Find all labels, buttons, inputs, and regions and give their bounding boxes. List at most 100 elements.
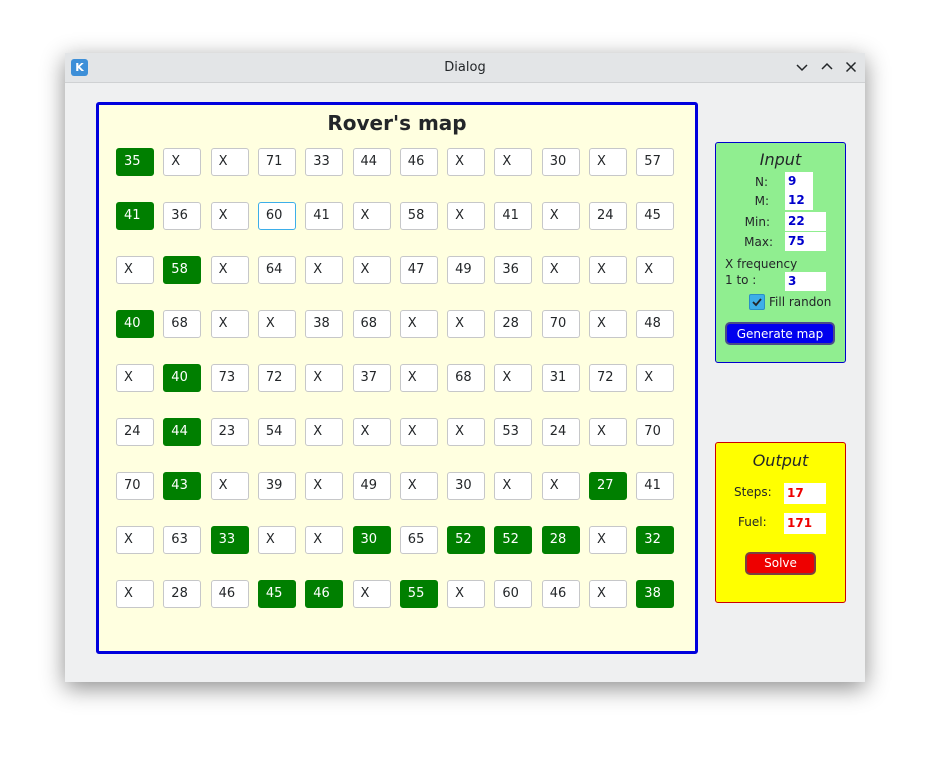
map-cell[interactable]: 41 <box>636 472 675 500</box>
map-cell[interactable]: 49 <box>352 472 391 500</box>
map-cell[interactable]: 27 <box>589 472 627 500</box>
map-cell[interactable]: 33 <box>210 526 249 554</box>
map-cell[interactable]: X <box>305 472 344 500</box>
map-cell[interactable]: 44 <box>163 418 202 446</box>
map-cell[interactable]: 35 <box>116 148 154 176</box>
map-cell[interactable]: X <box>210 202 249 230</box>
map-cell[interactable]: 24 <box>589 202 627 230</box>
map-cell[interactable]: X <box>116 580 154 608</box>
x-frequency-field[interactable]: 3 <box>785 272 826 291</box>
map-cell[interactable]: 46 <box>399 148 438 176</box>
map-cell[interactable]: X <box>257 526 296 554</box>
m-field[interactable]: 12 <box>785 191 813 210</box>
map-cell[interactable]: X <box>305 526 344 554</box>
map-cell[interactable]: 72 <box>257 364 296 392</box>
map-cell[interactable]: 23 <box>210 418 249 446</box>
map-cell[interactable]: 45 <box>257 580 296 608</box>
map-cell[interactable]: X <box>352 202 391 230</box>
map-cell[interactable]: 36 <box>163 202 202 230</box>
generate-map-button[interactable]: Generate map <box>725 322 835 345</box>
minimize-icon[interactable] <box>795 60 809 74</box>
fill-random-checkbox[interactable] <box>749 294 765 310</box>
map-cell[interactable]: X <box>541 256 580 284</box>
map-cell[interactable]: 60 <box>494 580 533 608</box>
map-cell[interactable]: 40 <box>163 364 202 392</box>
map-cell[interactable]: X <box>210 148 249 176</box>
map-cell[interactable]: 71 <box>257 148 296 176</box>
map-cell[interactable]: X <box>494 364 533 392</box>
map-cell[interactable]: 40 <box>116 310 154 338</box>
map-cell[interactable]: X <box>494 148 533 176</box>
map-cell[interactable]: 30 <box>447 472 486 500</box>
map-cell[interactable]: 54 <box>257 418 296 446</box>
map-cell[interactable]: 53 <box>494 418 533 446</box>
map-cell[interactable]: 46 <box>541 580 580 608</box>
map-cell[interactable]: X <box>352 418 391 446</box>
map-cell[interactable]: X <box>589 256 627 284</box>
map-cell[interactable]: 30 <box>541 148 580 176</box>
map-cell[interactable]: X <box>210 310 249 338</box>
title-bar[interactable]: K Dialog <box>65 53 865 83</box>
map-cell[interactable]: 37 <box>352 364 391 392</box>
map-cell[interactable]: 46 <box>305 580 344 608</box>
map-cell[interactable]: 24 <box>116 418 154 446</box>
map-cell[interactable]: 28 <box>541 526 580 554</box>
map-cell[interactable]: 72 <box>589 364 627 392</box>
map-cell[interactable]: X <box>589 526 627 554</box>
map-cell[interactable]: 43 <box>163 472 202 500</box>
max-field[interactable]: 75 <box>785 232 826 251</box>
map-cell[interactable]: X <box>116 526 154 554</box>
map-cell[interactable]: 68 <box>447 364 486 392</box>
min-field[interactable]: 22 <box>785 212 826 231</box>
map-cell[interactable]: 73 <box>210 364 249 392</box>
map-cell[interactable]: 45 <box>636 202 675 230</box>
map-cell[interactable]: 58 <box>399 202 438 230</box>
map-cell[interactable]: X <box>589 148 627 176</box>
map-cell[interactable]: X <box>210 472 249 500</box>
map-cell[interactable]: 36 <box>494 256 533 284</box>
map-cell[interactable]: 52 <box>447 526 486 554</box>
n-field[interactable]: 9 <box>785 172 813 191</box>
map-cell[interactable]: 48 <box>636 310 675 338</box>
map-cell[interactable]: X <box>447 148 486 176</box>
fuel-field[interactable]: 171 <box>784 513 826 534</box>
map-cell[interactable]: 70 <box>541 310 580 338</box>
map-cell[interactable]: X <box>352 580 391 608</box>
map-cell[interactable]: 31 <box>541 364 580 392</box>
map-cell[interactable]: 38 <box>636 580 675 608</box>
map-cell[interactable]: 30 <box>352 526 391 554</box>
map-cell[interactable]: X <box>541 202 580 230</box>
map-cell[interactable]: 38 <box>305 310 344 338</box>
map-cell[interactable]: X <box>494 472 533 500</box>
map-cell[interactable]: 41 <box>116 202 154 230</box>
map-cell[interactable]: X <box>447 310 486 338</box>
steps-field[interactable]: 17 <box>784 483 826 504</box>
map-cell[interactable]: 49 <box>447 256 486 284</box>
map-cell[interactable]: X <box>447 202 486 230</box>
map-cell[interactable]: 70 <box>116 472 154 500</box>
map-cell[interactable]: 44 <box>352 148 391 176</box>
map-cell[interactable]: X <box>541 472 580 500</box>
map-cell[interactable]: 28 <box>494 310 533 338</box>
map-cell[interactable]: 39 <box>257 472 296 500</box>
maximize-icon[interactable] <box>820 60 834 74</box>
map-cell[interactable]: 57 <box>636 148 675 176</box>
map-cell[interactable]: X <box>305 364 344 392</box>
map-cell[interactable]: 70 <box>636 418 675 446</box>
map-cell[interactable]: X <box>210 256 249 284</box>
solve-button[interactable]: Solve <box>745 552 816 575</box>
map-cell[interactable]: X <box>305 418 344 446</box>
map-cell[interactable]: 52 <box>494 526 533 554</box>
map-cell[interactable]: 24 <box>541 418 580 446</box>
map-cell[interactable]: X <box>636 256 675 284</box>
map-cell[interactable]: X <box>116 256 154 284</box>
map-cell[interactable]: 41 <box>494 202 533 230</box>
map-cell[interactable]: 65 <box>399 526 438 554</box>
map-cell[interactable]: 58 <box>163 256 202 284</box>
map-cell[interactable]: X <box>163 148 202 176</box>
map-cell[interactable]: X <box>305 256 344 284</box>
map-cell[interactable]: 47 <box>399 256 438 284</box>
map-cell[interactable]: 68 <box>352 310 391 338</box>
map-cell[interactable]: X <box>399 364 438 392</box>
map-cell[interactable]: X <box>399 310 438 338</box>
